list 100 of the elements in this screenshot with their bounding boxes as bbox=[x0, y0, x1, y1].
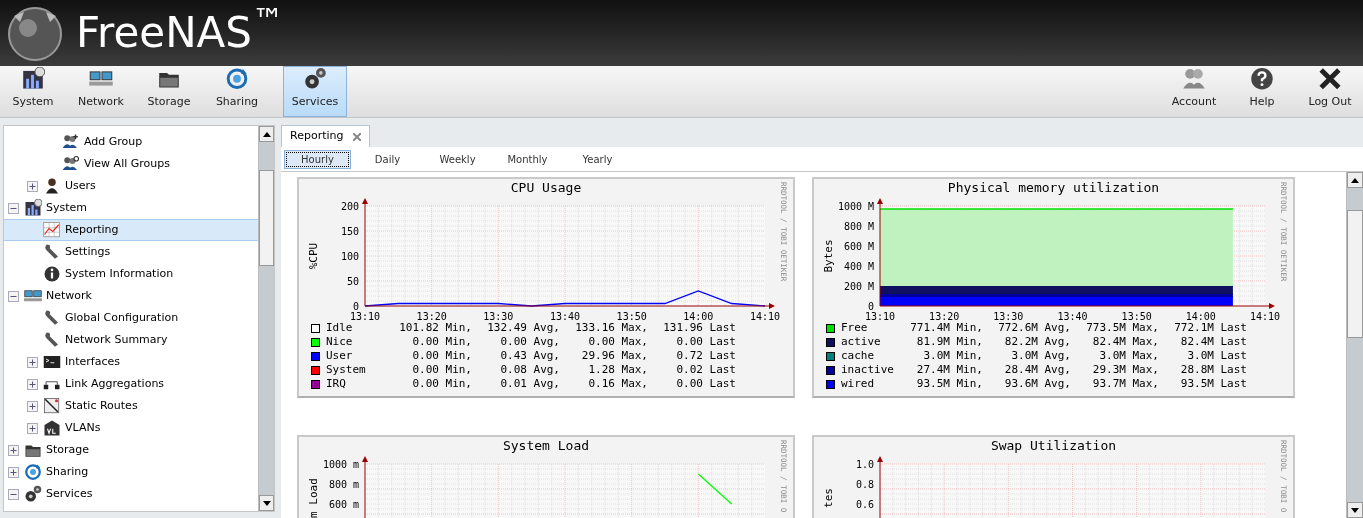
chart-title: Swap Utilization bbox=[990, 437, 1117, 455]
toolbar-button[interactable]: System bbox=[1, 66, 65, 117]
legend-label: User bbox=[326, 349, 354, 363]
axis-tick-label: 14:10 bbox=[749, 311, 781, 322]
axis-tick-label: 14:00 bbox=[1185, 311, 1216, 322]
scrollbar[interactable] bbox=[258, 126, 274, 511]
plot-lines bbox=[697, 473, 733, 505]
period-tab[interactable]: Weekly bbox=[424, 149, 491, 169]
axis-tick-label: 200 M bbox=[843, 281, 874, 292]
expand-toggle[interactable] bbox=[27, 378, 38, 390]
expand-toggle[interactable] bbox=[8, 444, 19, 456]
axis-label: tes bbox=[822, 488, 835, 508]
legend-value: 0.00 Min, bbox=[411, 377, 472, 391]
axis-tick-label: 13:40 bbox=[1057, 311, 1088, 322]
tree-item[interactable]: View All Groups bbox=[4, 153, 258, 175]
help-icon bbox=[1250, 67, 1274, 91]
toolbar-button[interactable]: Sharing bbox=[205, 66, 269, 117]
wrench-icon bbox=[43, 309, 61, 327]
legend-value: 131.96 Last bbox=[662, 321, 736, 335]
axis-tick-label: 0 bbox=[867, 301, 874, 312]
tree-item[interactable]: Reporting bbox=[4, 219, 258, 241]
tree-item[interactable]: Users bbox=[4, 175, 258, 197]
legend-label: wired bbox=[841, 377, 876, 391]
expand-toggle[interactable] bbox=[8, 466, 19, 478]
gears-icon bbox=[303, 67, 327, 91]
tree-item[interactable]: System Information bbox=[4, 263, 258, 285]
scrollbar[interactable] bbox=[1346, 172, 1363, 518]
close-icon[interactable] bbox=[353, 132, 362, 141]
up-arrow-icon bbox=[262, 131, 271, 137]
tree-item[interactable]: Network bbox=[4, 285, 258, 307]
tree-item[interactable]: Link Aggregations bbox=[4, 373, 258, 395]
legend-label: IRQ bbox=[326, 377, 347, 391]
legend-value: 3.0M Last bbox=[1186, 349, 1247, 363]
toolbar-button[interactable]: Storage bbox=[137, 66, 201, 117]
legend-value: 0.00 Last bbox=[675, 377, 736, 391]
axis-tick-label: 1000 M bbox=[837, 201, 874, 212]
legend-value: 28.8M Last bbox=[1179, 363, 1247, 377]
tree-item[interactable]: Network Summary bbox=[4, 329, 258, 351]
tree-item[interactable]: VLANs bbox=[4, 417, 258, 439]
route-icon bbox=[43, 397, 61, 415]
legend-label: System bbox=[326, 363, 367, 377]
axis-tick-label: 13:30 bbox=[483, 311, 514, 322]
scroll-down-button[interactable] bbox=[1347, 502, 1363, 518]
collapse-toggle[interactable] bbox=[8, 290, 19, 302]
scroll-thumb[interactable] bbox=[259, 170, 274, 266]
collapse-toggle[interactable] bbox=[8, 202, 19, 214]
legend-value: 93.5M Last bbox=[1179, 377, 1247, 391]
scroll-up-button[interactable] bbox=[259, 126, 274, 142]
tree-item[interactable]: Interfaces bbox=[4, 351, 258, 373]
toolbar-button[interactable]: Services bbox=[283, 66, 347, 117]
legend-value: 0.00 Avg, bbox=[499, 335, 560, 349]
tree-item[interactable]: Storage bbox=[4, 439, 258, 461]
collapse-toggle[interactable] bbox=[8, 488, 19, 500]
tree-item[interactable]: System bbox=[4, 197, 258, 219]
legend-value: 3.0M Max, bbox=[1098, 349, 1159, 363]
scroll-thumb[interactable] bbox=[1347, 210, 1363, 338]
toolbar-button[interactable]: Network bbox=[69, 66, 133, 117]
period-tab[interactable]: Hourly bbox=[284, 149, 351, 169]
line-chart-icon bbox=[43, 221, 61, 239]
period-tab[interactable]: Daily bbox=[354, 149, 421, 169]
legend-value: 0.16 Max, bbox=[587, 377, 648, 391]
tree-item[interactable]: Services bbox=[4, 483, 258, 505]
axis-tick-label: 13:50 bbox=[1121, 311, 1152, 322]
toolbar-button[interactable]: Account bbox=[1162, 66, 1226, 117]
axis-label: m Load bbox=[307, 478, 320, 518]
toolbar-button[interactable]: Help bbox=[1230, 66, 1294, 117]
legend-value: 93.6M Avg, bbox=[1003, 377, 1071, 391]
scroll-up-button[interactable] bbox=[1347, 172, 1363, 188]
axis-label: %CPU bbox=[307, 242, 320, 270]
tree-item[interactable]: Add Group bbox=[4, 131, 258, 153]
legend-value: 0.00 Last bbox=[675, 335, 736, 349]
legend-value: 29.3M Max, bbox=[1091, 363, 1159, 377]
axis bbox=[877, 456, 883, 518]
gears-icon bbox=[24, 485, 42, 503]
period-tab[interactable]: Monthly bbox=[494, 149, 561, 169]
legend-value: 0.00 Min, bbox=[411, 349, 472, 363]
tree-item[interactable]: Sharing bbox=[4, 461, 258, 483]
tree-item[interactable]: Global Configuration bbox=[4, 307, 258, 329]
legend-value: 0.43 Avg, bbox=[499, 349, 560, 363]
chart-title: CPU Usage bbox=[510, 179, 582, 197]
axis-tick-label: 13:10 bbox=[349, 311, 381, 322]
period-tab[interactable]: Yearly bbox=[564, 149, 631, 169]
tree-item[interactable]: Settings bbox=[4, 241, 258, 263]
expand-toggle[interactable] bbox=[27, 400, 38, 412]
tree-item[interactable]: Static Routes bbox=[4, 395, 258, 417]
legend-value: 82.4M Max, bbox=[1091, 335, 1159, 349]
legend-value: 93.5M Min, bbox=[915, 377, 983, 391]
axis-tick-label: 14:00 bbox=[683, 311, 714, 322]
axis-tick-label: 0 bbox=[352, 301, 359, 312]
scroll-down-button[interactable] bbox=[259, 495, 274, 511]
expand-toggle[interactable] bbox=[27, 422, 38, 434]
reporting-tab[interactable]: Reporting bbox=[281, 125, 371, 147]
legend-value: 0.00 Min, bbox=[411, 335, 472, 349]
legend-value: 132.49 Avg, bbox=[486, 321, 560, 335]
expand-toggle[interactable] bbox=[27, 356, 38, 368]
user-group-icon bbox=[62, 155, 80, 173]
up-arrow-icon bbox=[1351, 177, 1359, 183]
expand-toggle[interactable] bbox=[27, 180, 38, 192]
axis bbox=[362, 456, 368, 518]
toolbar-button[interactable]: Log Out bbox=[1298, 66, 1362, 117]
